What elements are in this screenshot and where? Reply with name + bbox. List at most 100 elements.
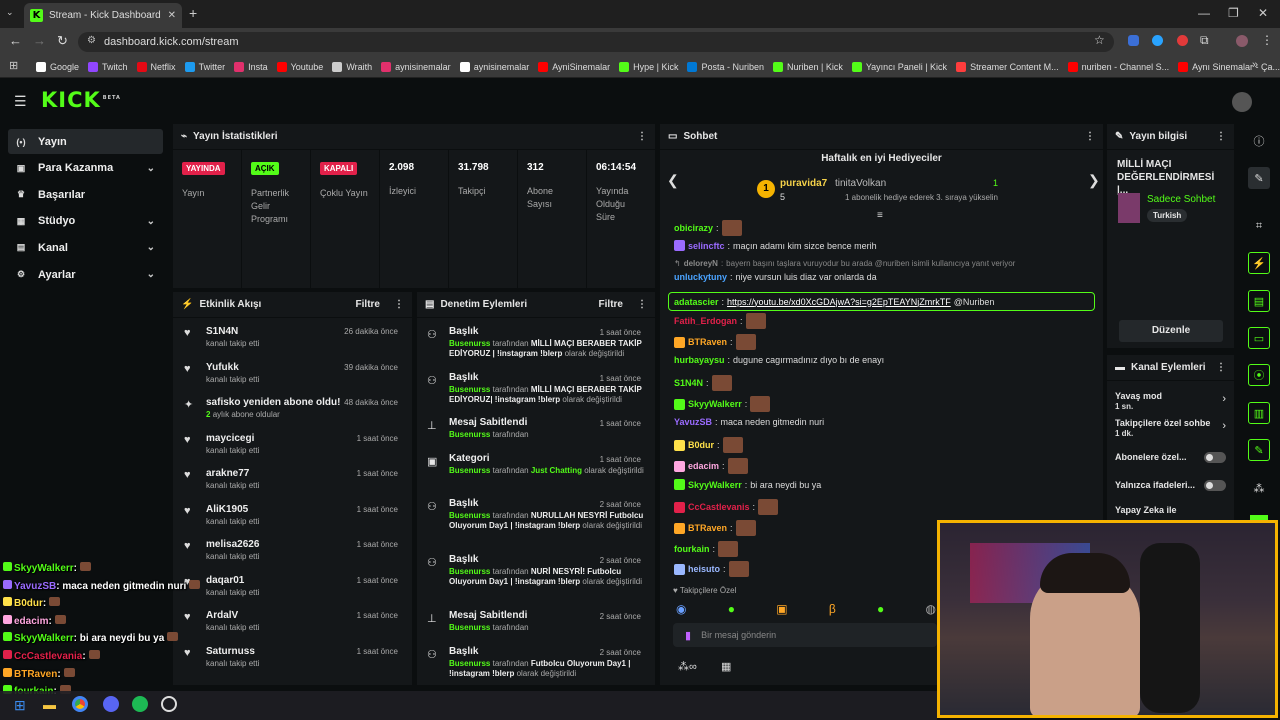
channel-action-item[interactable]: Yavaş mod 1 sn. › <box>1115 391 1228 411</box>
gifters-next-icon[interactable]: ❯ <box>1088 172 1100 189</box>
chrome-icon[interactable] <box>72 696 88 712</box>
chat-username[interactable]: SkyyWalkerr <box>688 480 742 490</box>
sidebar-item-stüdyo[interactable]: ▦ Stüdyo ⌄ <box>8 209 163 234</box>
bookmark-item[interactable]: Wraith <box>332 61 372 72</box>
channel-action-item[interactable]: Yalnızca ifadeleri... <box>1115 480 1228 491</box>
channel-actions-menu-icon[interactable]: ⋮ <box>1216 362 1226 373</box>
sidebar-item-yayın[interactable]: (•) Yayın <box>8 129 163 154</box>
bookmark-item[interactable]: Hype | Kick <box>619 61 678 72</box>
chat-username[interactable]: unluckytuny <box>674 272 727 282</box>
browser-tab[interactable]: K Stream - Kick Dashboard ✕ <box>24 3 182 28</box>
edit-icon[interactable]: ✎ <box>1248 167 1270 189</box>
bookmark-item[interactable]: Streamer Content M... <box>956 61 1059 72</box>
info-icon[interactable]: ⓘ <box>1248 130 1270 152</box>
chat-username[interactable]: CcCastlevanis <box>688 502 750 512</box>
toggle-switch[interactable] <box>1204 480 1226 491</box>
chat-username[interactable]: adatascier <box>674 297 719 307</box>
new-tab-icon[interactable]: + <box>189 5 197 21</box>
chat-username[interactable]: S1N4N <box>674 378 703 388</box>
chevron-down-icon[interactable]: ⌄ <box>147 163 155 174</box>
emote-6-icon[interactable]: ◍ <box>925 602 935 616</box>
minimize-icon[interactable]: — <box>1198 6 1210 20</box>
note-icon[interactable]: ▤ <box>1248 290 1270 312</box>
extension-cloud-icon[interactable] <box>1152 35 1163 46</box>
moderator-name[interactable]: Busenurss <box>449 511 490 520</box>
channel-action-item[interactable]: Abonelere özel... <box>1115 452 1228 463</box>
chat-username[interactable]: SkyyWalkerr <box>688 399 742 409</box>
chat-store-icon[interactable]: ▦ <box>721 660 731 673</box>
bookmark-item[interactable]: AyniSinemalar <box>538 61 610 72</box>
channel-action-item[interactable]: Takipçilere özel sohbe 1 dk. › <box>1115 418 1228 438</box>
toggle-switch[interactable] <box>1204 452 1226 463</box>
extensions-puzzle-icon[interactable]: ⧉ <box>1200 33 1209 48</box>
bookmark-item[interactable]: Nuriben | Kick <box>772 61 843 72</box>
mic-icon[interactable]: ▮ <box>685 629 691 642</box>
crop-icon[interactable]: ⌗ <box>1248 215 1270 237</box>
close-window-icon[interactable]: ✕ <box>1258 6 1268 20</box>
bookmark-item[interactable]: Aynı Sinemalar - Ça... <box>1178 61 1280 72</box>
chat-input[interactable]: ▮ Bir mesaj gönderin <box>673 623 937 647</box>
bookmark-item[interactable]: Yayıncı Paneli | Kick <box>851 61 947 72</box>
kick-logo[interactable]: KICK BETA <box>41 88 121 112</box>
moderator-name[interactable]: Busenurss <box>449 339 490 348</box>
browser-menu-icon[interactable]: ⋮ <box>1261 33 1273 47</box>
emote-5-icon[interactable]: ● <box>877 602 884 616</box>
chat-username[interactable]: obicirazy <box>674 223 713 233</box>
wrench-icon[interactable]: ✎ <box>1248 439 1270 461</box>
edit-stream-button[interactable]: Düzenle <box>1119 320 1223 342</box>
pinned-toggle-icon[interactable]: ≡ <box>877 210 883 221</box>
chat-username[interactable]: heisuto <box>688 564 720 574</box>
bookmark-item[interactable]: Twitter <box>184 61 225 72</box>
broadcast-side-icon[interactable]: ⦿ <box>1248 364 1270 386</box>
chat-username[interactable]: BTRaven <box>688 523 727 533</box>
chat-username[interactable]: hurbayaysu <box>674 355 725 365</box>
moderator-name[interactable]: Busenurss <box>449 623 490 632</box>
activity-menu-icon[interactable]: ⋮ <box>394 299 404 310</box>
file-explorer-icon[interactable]: ▬ <box>43 697 56 712</box>
reload-icon[interactable]: ↻ <box>57 33 68 49</box>
emote-1-icon[interactable]: ◉ <box>676 602 686 616</box>
bookmark-item[interactable]: Posta - Nuriben <box>687 61 764 72</box>
gifters-prev-icon[interactable]: ❮ <box>667 172 679 189</box>
chat-menu-icon[interactable]: ⋮ <box>1085 131 1095 142</box>
site-info-icon[interactable]: ⚙ <box>87 35 96 46</box>
bookmark-star-icon[interactable]: ☆ <box>1094 33 1105 47</box>
extension-record-icon[interactable] <box>1177 35 1188 46</box>
chat-username[interactable]: deloreyN <box>684 259 718 268</box>
back-icon[interactable]: ← <box>9 33 22 48</box>
moderation-menu-icon[interactable]: ⋮ <box>637 299 647 310</box>
stream-info-menu-icon[interactable]: ⋮ <box>1216 131 1226 142</box>
bookmark-item[interactable]: Netflix <box>136 61 176 72</box>
bookmark-item[interactable]: aynisinemalar <box>459 61 529 72</box>
top-gifter-name[interactable]: puravida7 <box>780 178 827 189</box>
moderator-name[interactable]: Busenurss <box>449 385 490 394</box>
hamburger-menu-icon[interactable]: ☰ <box>14 93 27 110</box>
more-bookmarks-icon[interactable]: » <box>1252 59 1258 71</box>
bolt-icon[interactable]: ⚡ <box>1248 252 1270 274</box>
runner-up-name[interactable]: tinitaVolkan <box>835 178 886 189</box>
server-icon[interactable]: ▥ <box>1248 402 1270 424</box>
sidebar-item-ayarlar[interactable]: ⚙ Ayarlar ⌄ <box>8 262 163 287</box>
bookmark-item[interactable]: Insta <box>234 61 268 72</box>
chevron-right-icon[interactable]: › <box>1222 393 1226 405</box>
tab-search-icon[interactable]: ⌄ <box>6 7 14 18</box>
profile-icon[interactable] <box>1236 35 1248 47</box>
activity-filter-button[interactable]: Filtre <box>356 299 380 310</box>
chat-username[interactable]: edacim <box>688 461 719 471</box>
bookmark-item[interactable]: Youtube <box>276 61 323 72</box>
obs-icon[interactable] <box>161 696 177 712</box>
address-bar[interactable]: dashboard.kick.com/stream <box>78 32 1114 52</box>
bookmark-item[interactable]: Google <box>36 61 79 72</box>
user-avatar[interactable] <box>1232 92 1252 112</box>
chevron-right-icon[interactable]: › <box>1222 420 1226 432</box>
chat-username[interactable]: B0dur <box>688 440 714 450</box>
sidebar-item-kanal[interactable]: ▤ Kanal ⌄ <box>8 235 163 260</box>
moderator-name[interactable]: Busenurss <box>449 659 490 668</box>
bookmark-item[interactable]: nuriben - Channel S... <box>1067 61 1169 72</box>
extension-shield-icon[interactable] <box>1128 35 1139 46</box>
moderator-name[interactable]: Busenurss <box>449 567 490 576</box>
moderation-filter-button[interactable]: Filtre <box>599 299 623 310</box>
chat-username[interactable]: fourkain <box>674 544 710 554</box>
chevron-down-icon[interactable]: ⌄ <box>147 216 155 227</box>
chevron-down-icon[interactable]: ⌄ <box>147 269 155 280</box>
